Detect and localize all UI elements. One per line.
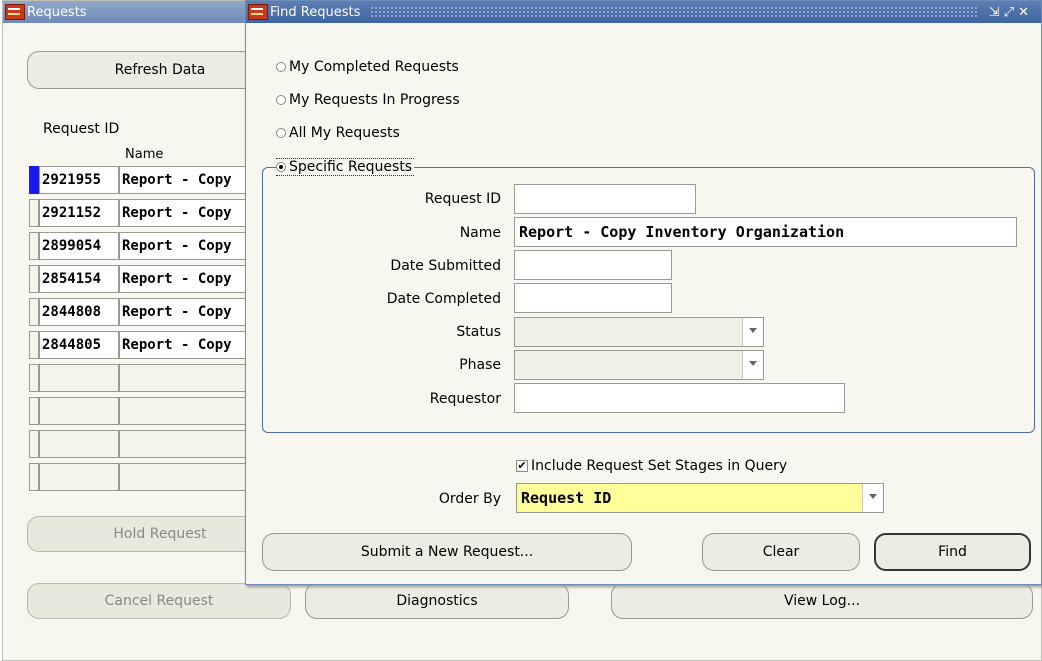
empty-cell[interactable] <box>119 364 249 392</box>
requestor-field[interactable] <box>514 383 845 413</box>
table-row-name[interactable]: Report - Copy <box>119 331 249 359</box>
table-row-id[interactable]: 2921152 <box>39 199 119 227</box>
diagnostics-label: Diagnostics <box>396 593 478 609</box>
radio-label: My Requests In Progress <box>289 92 460 108</box>
close-icon[interactable]: ✕ <box>1018 5 1033 20</box>
row-indicator[interactable] <box>29 463 39 491</box>
table-row-name[interactable]: Report - Copy <box>119 166 249 194</box>
radio-all-my[interactable]: All My Requests <box>276 125 400 141</box>
table-row-name[interactable]: Report - Copy <box>119 265 249 293</box>
phase-dropdown-button[interactable] <box>742 351 763 379</box>
label-status: Status <box>456 324 501 340</box>
empty-cell[interactable] <box>39 430 119 458</box>
maximize-icon[interactable]: ⤢ <box>1004 5 1018 20</box>
chevron-down-icon <box>749 328 757 333</box>
label-order-by: Order By <box>438 491 501 507</box>
table-row-id[interactable]: 2844805 <box>39 331 119 359</box>
empty-cell[interactable] <box>119 463 249 491</box>
empty-cell[interactable] <box>119 430 249 458</box>
radio-my-in-progress[interactable]: My Requests In Progress <box>276 92 460 108</box>
table-row-id[interactable]: 2844808 <box>39 298 119 326</box>
row-indicator[interactable] <box>29 331 39 359</box>
window-controls: ⇲⤢✕ <box>989 5 1033 20</box>
label-date-submitted: Date Submitted <box>390 258 501 274</box>
label-date-completed: Date Completed <box>386 291 501 307</box>
view-log-button[interactable]: View Log... <box>611 583 1033 619</box>
empty-cell[interactable] <box>119 397 249 425</box>
refresh-data-label: Refresh Data <box>114 62 206 78</box>
row-indicator[interactable] <box>29 298 39 326</box>
titlebar-pattern <box>370 6 979 18</box>
include-stages-label: Include Request Set Stages in Query <box>531 458 788 474</box>
hold-request-label: Hold Request <box>113 526 207 542</box>
app-icon <box>5 4 25 20</box>
radio-specific[interactable]: Specific Requests <box>276 158 415 176</box>
diagnostics-button[interactable]: Diagnostics <box>305 583 569 619</box>
name-field[interactable]: Report - Copy Inventory Organization <box>514 217 1017 247</box>
row-indicator[interactable] <box>29 397 39 425</box>
radio-label: My Completed Requests <box>289 59 459 75</box>
status-dropdown-button[interactable] <box>742 318 763 346</box>
request-id-header: Request ID <box>43 121 120 137</box>
table-row-id[interactable]: 2899054 <box>39 232 119 260</box>
radio-icon <box>276 62 286 72</box>
row-indicator[interactable] <box>29 232 39 260</box>
status-select[interactable] <box>514 317 764 347</box>
label-requestor: Requestor <box>429 391 501 407</box>
order-by-value: Request ID <box>521 489 612 507</box>
find-title: Find Requests <box>270 4 361 20</box>
app-icon <box>248 4 268 20</box>
radio-selected-icon <box>276 162 286 172</box>
clear-button[interactable]: Clear <box>702 533 860 571</box>
row-indicator-selected[interactable] <box>29 166 39 194</box>
date-completed-field[interactable] <box>514 283 672 313</box>
cancel-request-button[interactable]: Cancel Request <box>27 583 291 619</box>
chevron-down-icon <box>749 361 757 366</box>
table-row-name[interactable]: Report - Copy <box>119 232 249 260</box>
submit-new-request-button[interactable]: Submit a New Request... <box>262 533 632 571</box>
submit-new-request-label: Submit a New Request... <box>360 544 534 560</box>
find-requests-dialog: Find Requests ⇲⤢✕ My Completed Requests … <box>245 0 1042 585</box>
row-indicator[interactable] <box>29 199 39 227</box>
empty-cell[interactable] <box>39 463 119 491</box>
row-indicator[interactable] <box>29 364 39 392</box>
include-stages-checkbox[interactable]: ✔ Include Request Set Stages in Query <box>516 458 787 474</box>
label-name: Name <box>459 225 501 241</box>
table-row-id[interactable]: 2854154 <box>39 265 119 293</box>
radio-label: All My Requests <box>289 125 400 141</box>
cancel-request-label: Cancel Request <box>104 593 214 609</box>
row-indicator[interactable] <box>29 265 39 293</box>
order-by-select[interactable]: Request ID <box>516 483 884 513</box>
empty-cell[interactable] <box>39 397 119 425</box>
view-log-label: View Log... <box>783 593 861 609</box>
row-indicator[interactable] <box>29 430 39 458</box>
find-button[interactable]: Find <box>874 533 1031 571</box>
radio-icon <box>276 95 286 105</box>
radio-icon <box>276 128 286 138</box>
order-by-dropdown-button[interactable] <box>862 484 883 512</box>
radio-label: Specific Requests <box>289 159 413 175</box>
date-submitted-field[interactable] <box>514 250 672 280</box>
find-titlebar: Find Requests ⇲⤢✕ <box>246 1 1041 23</box>
table-row-id[interactable]: 2921955 <box>39 166 119 194</box>
table-row-name[interactable]: Report - Copy <box>119 199 249 227</box>
empty-cell[interactable] <box>39 364 119 392</box>
radio-my-completed[interactable]: My Completed Requests <box>276 59 459 75</box>
minimize-icon[interactable]: ⇲ <box>989 5 1004 20</box>
label-request-id: Request ID <box>424 191 501 207</box>
table-row-name[interactable]: Report - Copy <box>119 298 249 326</box>
checkbox-icon: ✔ <box>516 459 528 472</box>
requests-title: Requests <box>27 4 87 20</box>
phase-select[interactable] <box>514 350 764 380</box>
label-phase: Phase <box>459 357 501 373</box>
request-id-field[interactable] <box>514 184 696 214</box>
chevron-down-icon <box>869 494 877 499</box>
name-header: Name <box>125 147 164 162</box>
clear-label: Clear <box>762 544 800 560</box>
find-label: Find <box>938 544 967 560</box>
